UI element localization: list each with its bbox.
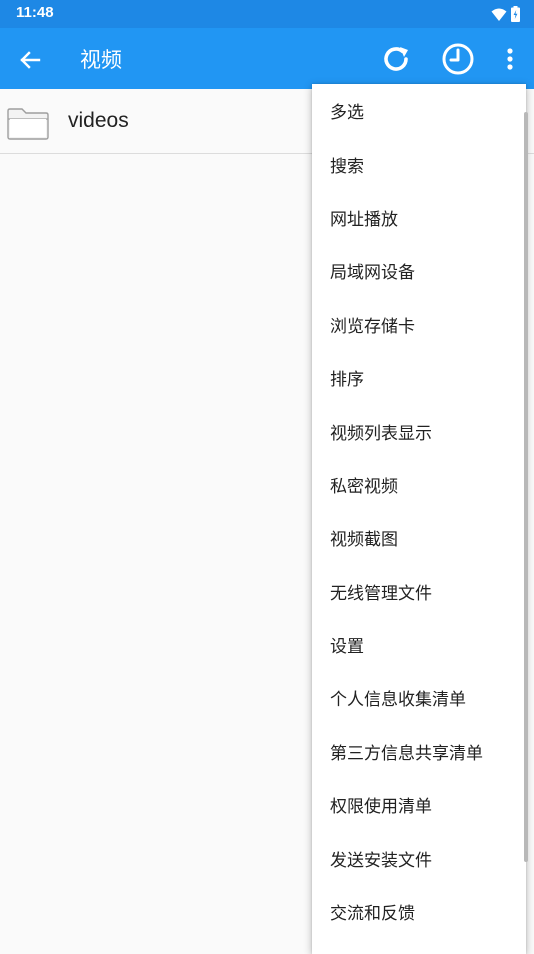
- folder-icon: [6, 105, 50, 141]
- menu-item-video-screenshots[interactable]: 视频截图: [312, 511, 526, 564]
- menu-item-feedback[interactable]: 交流和反馈: [312, 885, 526, 938]
- menu-item-third-party-sharing-list[interactable]: 第三方信息共享清单: [312, 725, 526, 778]
- wifi-icon: [491, 7, 507, 26]
- menu-item-permissions-list[interactable]: 权限使用清单: [312, 778, 526, 831]
- status-icons: [491, 6, 520, 26]
- battery-icon: [511, 6, 520, 26]
- menu-item-browse-storage[interactable]: 浏览存储卡: [312, 298, 526, 351]
- overflow-menu-icon[interactable]: [498, 44, 522, 74]
- status-time: 11:48: [16, 4, 54, 21]
- menu-item-multi-select[interactable]: 多选: [312, 84, 526, 137]
- menu-item-private-videos[interactable]: 私密视频: [312, 458, 526, 511]
- status-bar: 11:48: [0, 0, 534, 28]
- refresh-icon[interactable]: [378, 41, 414, 77]
- app-bar: 视频: [0, 28, 534, 89]
- overflow-menu: 多选 搜索 网址播放 局域网设备 浏览存储卡 排序 视频列表显示 私密视频 视频…: [312, 84, 526, 954]
- back-arrow-icon[interactable]: [16, 46, 44, 74]
- menu-item-settings[interactable]: 设置: [312, 618, 526, 671]
- page-title: 视频: [80, 48, 122, 72]
- menu-scrollbar[interactable]: [524, 112, 528, 862]
- menu-item-wireless-file-management[interactable]: 无线管理文件: [312, 565, 526, 618]
- file-name: videos: [68, 109, 129, 132]
- menu-list: 多选 搜索 网址播放 局域网设备 浏览存储卡 排序 视频列表显示 私密视频 视频…: [312, 84, 526, 938]
- menu-item-search[interactable]: 搜索: [312, 137, 526, 190]
- menu-item-lan-devices[interactable]: 局域网设备: [312, 244, 526, 297]
- menu-item-url-play[interactable]: 网址播放: [312, 191, 526, 244]
- history-clock-icon[interactable]: [440, 41, 476, 77]
- menu-item-send-installer[interactable]: 发送安装文件: [312, 831, 526, 884]
- menu-item-video-list-display[interactable]: 视频列表显示: [312, 404, 526, 457]
- menu-item-personal-info-list[interactable]: 个人信息收集清单: [312, 671, 526, 724]
- menu-item-sort[interactable]: 排序: [312, 351, 526, 404]
